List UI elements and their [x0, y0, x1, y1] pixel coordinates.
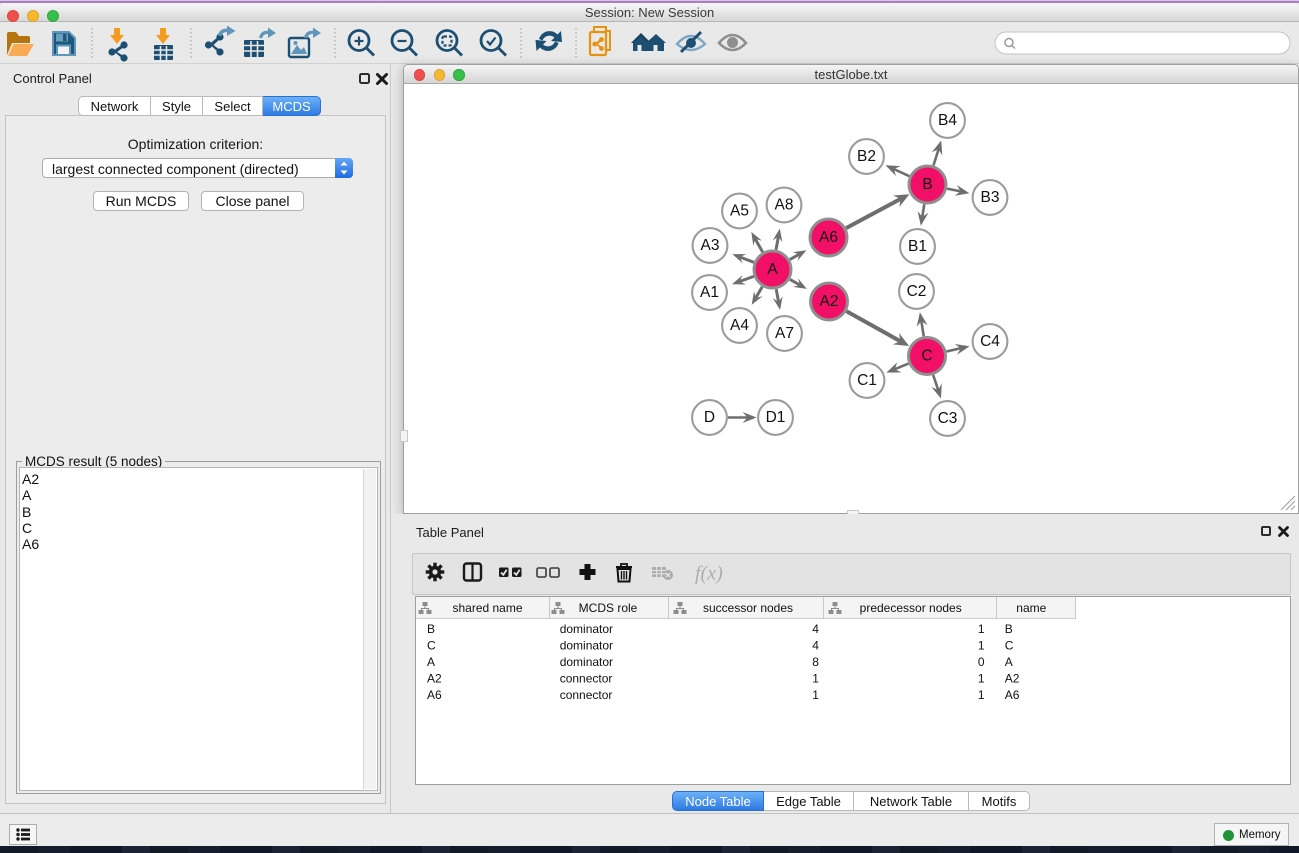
svg-text:C3: C3 — [938, 410, 958, 427]
svg-text:A4: A4 — [730, 317, 749, 334]
svg-text:C: C — [427, 639, 436, 653]
svg-text:MCDS role: MCDS role — [579, 601, 638, 615]
svg-text:connector: connector — [560, 672, 613, 686]
svg-text:successor nodes: successor nodes — [703, 601, 793, 615]
svg-text:C4: C4 — [980, 333, 1000, 350]
svg-text:predecessor nodes: predecessor nodes — [860, 601, 962, 615]
svg-text:A1: A1 — [700, 284, 719, 301]
svg-text:A6: A6 — [819, 229, 838, 246]
svg-text:A5: A5 — [730, 203, 749, 220]
svg-text:C: C — [1005, 639, 1014, 653]
svg-text:C: C — [921, 348, 932, 365]
svg-text:4: 4 — [812, 639, 819, 653]
svg-text:B1: B1 — [908, 238, 927, 255]
svg-text:B2: B2 — [857, 148, 876, 165]
svg-text:A8: A8 — [775, 197, 794, 214]
svg-text:1: 1 — [978, 639, 985, 653]
svg-text:B: B — [1005, 622, 1013, 636]
svg-text:dominator: dominator — [560, 622, 613, 636]
svg-text:connector: connector — [560, 688, 613, 702]
svg-text:C2: C2 — [907, 283, 927, 300]
svg-text:1: 1 — [978, 672, 985, 686]
svg-text:C1: C1 — [857, 372, 877, 389]
svg-text:1: 1 — [978, 622, 985, 636]
svg-text:A2: A2 — [1005, 672, 1020, 686]
svg-text:A: A — [767, 261, 778, 278]
svg-text:A: A — [427, 655, 435, 669]
svg-text:B3: B3 — [981, 189, 1000, 206]
svg-text:B: B — [427, 622, 435, 636]
svg-text:A6: A6 — [1005, 688, 1020, 702]
svg-text:1: 1 — [812, 672, 819, 686]
svg-text:A2: A2 — [820, 293, 839, 310]
svg-text:A3: A3 — [701, 237, 720, 254]
svg-text:4: 4 — [812, 622, 819, 636]
svg-text:A6: A6 — [427, 688, 442, 702]
svg-text:D1: D1 — [766, 409, 786, 426]
svg-text:1: 1 — [812, 688, 819, 702]
svg-text:dominator: dominator — [560, 655, 613, 669]
svg-text:name: name — [1016, 601, 1046, 615]
svg-text:f(x): f(x) — [695, 563, 723, 585]
svg-text:A2: A2 — [427, 672, 442, 686]
svg-text:1: 1 — [978, 688, 985, 702]
svg-text:B: B — [922, 176, 932, 193]
svg-text:0: 0 — [978, 655, 985, 669]
svg-text:A7: A7 — [775, 325, 794, 342]
svg-text:B4: B4 — [938, 112, 957, 129]
svg-text:A: A — [1005, 655, 1013, 669]
svg-text:D: D — [704, 409, 715, 426]
svg-text:dominator: dominator — [560, 639, 613, 653]
svg-text:8: 8 — [812, 655, 819, 669]
svg-text:shared name: shared name — [452, 601, 522, 615]
